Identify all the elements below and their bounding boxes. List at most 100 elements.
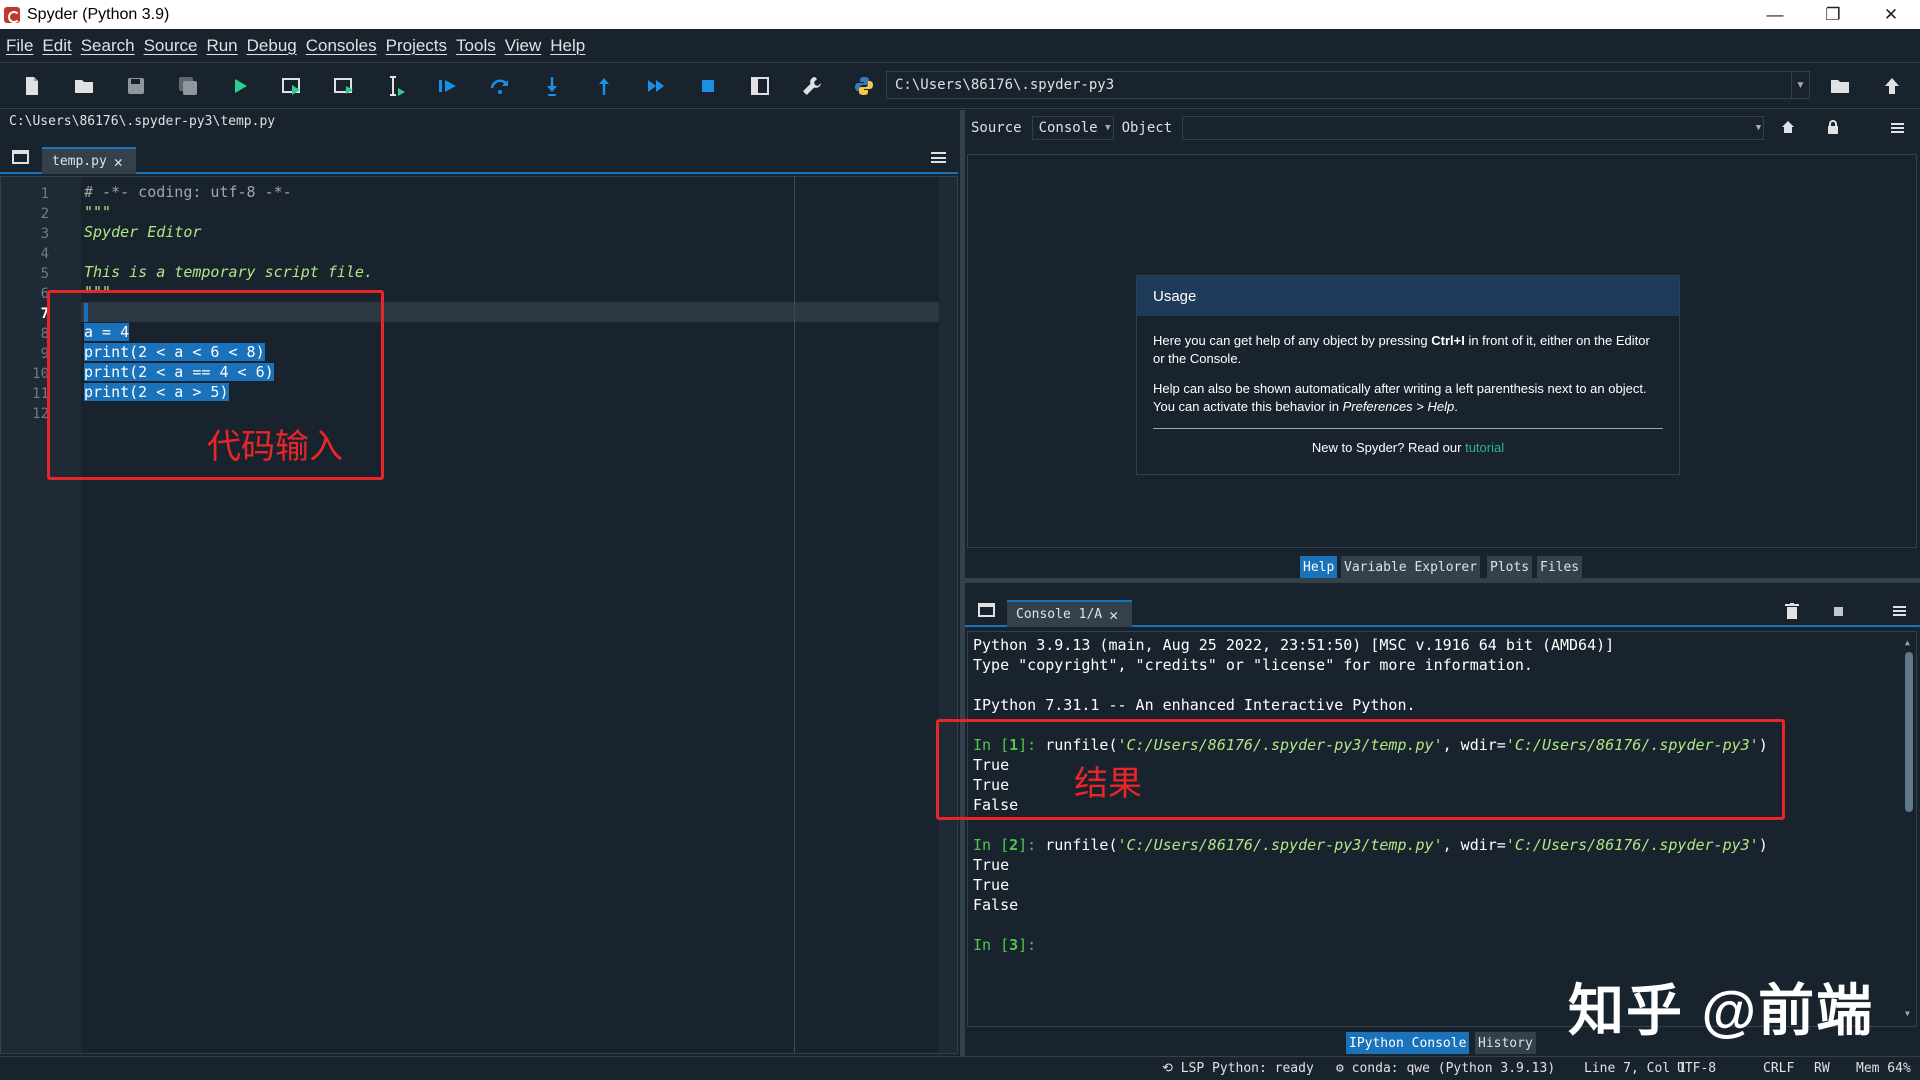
- console-output-line: True: [973, 876, 1010, 894]
- browse-tabs-icon[interactable]: [12, 150, 29, 164]
- code-line: # -*- coding: utf-8 -*-: [84, 183, 292, 201]
- tab-variable-explorer[interactable]: Variable Explorer: [1341, 556, 1481, 578]
- save-all-icon[interactable]: [168, 69, 208, 103]
- help-toolbar: Source Console ▼ Object ▼: [965, 110, 1920, 146]
- python-path-icon[interactable]: [844, 69, 884, 103]
- help-object-combo[interactable]: ▼: [1182, 116, 1765, 140]
- tab-files[interactable]: Files: [1537, 556, 1583, 578]
- tab-label: Console 1/A: [1016, 607, 1103, 622]
- scroll-down-icon[interactable]: ▼: [1905, 1009, 1910, 1018]
- stop-debug-icon[interactable]: [688, 69, 728, 103]
- command-text: , wdir=: [1442, 836, 1506, 854]
- save-icon[interactable]: [116, 69, 156, 103]
- usage-body: Here you can get help of any object by p…: [1137, 316, 1679, 457]
- cursor-position: Line 7, Col 1: [1584, 1061, 1686, 1076]
- close-window-button[interactable]: ✕: [1862, 0, 1920, 29]
- usage-paragraph-2: Help can also be shown automatically aft…: [1153, 380, 1663, 416]
- memory-usage: Mem 64%: [1856, 1061, 1911, 1076]
- continue-icon[interactable]: [636, 69, 676, 103]
- home-icon[interactable]: [1781, 120, 1795, 138]
- step-over-icon[interactable]: [480, 69, 520, 103]
- console-input-line[interactable]: In [3]:: [973, 936, 1045, 954]
- lsp-status: ⟲ LSP Python: ready: [1162, 1061, 1314, 1076]
- editor-scrollbar[interactable]: [939, 177, 957, 1053]
- command-text: ): [1758, 836, 1768, 854]
- tab-plots[interactable]: Plots: [1487, 556, 1533, 578]
- command-string: 'C:/Users/86176/.spyder-py3': [1505, 836, 1759, 854]
- preferences-wrench-icon[interactable]: [792, 69, 832, 103]
- prompt: ]:: [1018, 836, 1046, 854]
- run-icon[interactable]: [220, 69, 260, 103]
- usage-shortcut: Ctrl+I: [1431, 333, 1465, 348]
- tab-history[interactable]: History: [1475, 1032, 1536, 1054]
- stop-kernel-icon[interactable]: [1834, 607, 1843, 616]
- working-directory-combo[interactable]: C:\Users\86176\.spyder-py3 ▼: [886, 71, 1810, 99]
- run-selection-icon[interactable]: [376, 69, 416, 103]
- run-cell-icon[interactable]: [272, 69, 312, 103]
- edge-line: [794, 177, 795, 1053]
- usage-footer-text: New to Spyder? Read our: [1311, 440, 1466, 455]
- menu-consoles[interactable]: Consoles: [306, 36, 377, 56]
- minimize-button[interactable]: —: [1746, 0, 1804, 29]
- line-number: 9: [40, 346, 49, 362]
- console-banner: Type "copyright", "credits" or "license"…: [973, 656, 1533, 674]
- menu-search[interactable]: Search: [81, 36, 135, 56]
- tab-help[interactable]: Help: [1300, 556, 1338, 578]
- tutorial-link[interactable]: tutorial: [1465, 440, 1504, 455]
- main-toolbar: C:\Users\86176\.spyder-py3 ▼: [0, 63, 1920, 109]
- browse-folder-icon[interactable]: [1820, 69, 1860, 103]
- working-directory-value: C:\Users\86176\.spyder-py3: [895, 77, 1115, 93]
- menu-help[interactable]: Help: [550, 36, 585, 56]
- console-options-menu-icon[interactable]: [1893, 606, 1906, 616]
- menu-run[interactable]: Run: [206, 36, 237, 56]
- run-cell-advance-icon[interactable]: [324, 69, 364, 103]
- menu-view[interactable]: View: [505, 36, 542, 56]
- tab-ipython-console[interactable]: IPython Console: [1346, 1032, 1470, 1054]
- close-tab-icon[interactable]: ✕: [114, 153, 123, 171]
- conda-env-icon: ⚙: [1336, 1061, 1352, 1076]
- line-number-current: 7: [40, 306, 49, 322]
- menu-tools[interactable]: Tools: [456, 36, 496, 56]
- menu-file[interactable]: File: [6, 36, 33, 56]
- debug-icon[interactable]: [428, 69, 468, 103]
- console-scrollbar[interactable]: ▲ ▼: [1904, 638, 1914, 1018]
- usage-paragraph-1: Here you can get help of any object by p…: [1153, 332, 1663, 368]
- trash-icon[interactable]: [1785, 603, 1799, 624]
- tab-console-1a[interactable]: Console 1/A ✕: [1007, 600, 1132, 627]
- conda-status-text: conda: qwe (Python 3.9.13): [1351, 1061, 1556, 1076]
- line-number: 2: [40, 206, 49, 222]
- editor-options-menu-icon[interactable]: [931, 152, 946, 163]
- zhihu-watermark: 知乎 @前端: [1568, 979, 1875, 1042]
- usage-divider: [1153, 428, 1663, 429]
- line-number: 12: [32, 406, 49, 422]
- help-source-combo[interactable]: Console ▼: [1031, 116, 1114, 140]
- console-banner: Python 3.9.13 (main, Aug 25 2022, 23:51:…: [973, 636, 1615, 654]
- menu-edit[interactable]: Edit: [42, 36, 71, 56]
- maximize-pane-icon[interactable]: [740, 69, 780, 103]
- menu-source[interactable]: Source: [144, 36, 198, 56]
- help-source-value: Console: [1038, 120, 1098, 136]
- menu-projects[interactable]: Projects: [386, 36, 447, 56]
- conda-status[interactable]: ⚙ conda: qwe (Python 3.9.13): [1336, 1061, 1555, 1076]
- scrollbar-thumb[interactable]: [1905, 652, 1913, 812]
- sync-icon: ⟲: [1162, 1061, 1181, 1076]
- code-line: """: [84, 203, 112, 221]
- lock-icon[interactable]: [1827, 120, 1839, 138]
- scroll-up-icon[interactable]: ▲: [1905, 638, 1910, 647]
- editor-pane: C:\Users\86176\.spyder-py3\temp.py temp.…: [0, 110, 960, 1056]
- help-options-menu-icon[interactable]: [1891, 123, 1904, 133]
- open-file-icon[interactable]: [64, 69, 104, 103]
- usage-footer: New to Spyder? Read our tutorial: [1153, 439, 1663, 457]
- parent-directory-icon[interactable]: [1872, 69, 1912, 103]
- browse-tabs-icon[interactable]: [978, 603, 995, 617]
- step-return-icon[interactable]: [584, 69, 624, 103]
- tab-temp-py[interactable]: temp.py ✕: [42, 147, 136, 174]
- new-file-icon[interactable]: [12, 69, 52, 103]
- lsp-status-text: LSP Python: ready: [1180, 1061, 1314, 1076]
- tab-label: temp.py: [52, 154, 107, 169]
- menu-debug[interactable]: Debug: [247, 36, 297, 56]
- close-tab-icon[interactable]: ✕: [1109, 606, 1118, 624]
- chevron-down-icon[interactable]: ▼: [1791, 72, 1809, 98]
- restore-button[interactable]: ❐: [1804, 0, 1862, 29]
- step-into-icon[interactable]: [532, 69, 572, 103]
